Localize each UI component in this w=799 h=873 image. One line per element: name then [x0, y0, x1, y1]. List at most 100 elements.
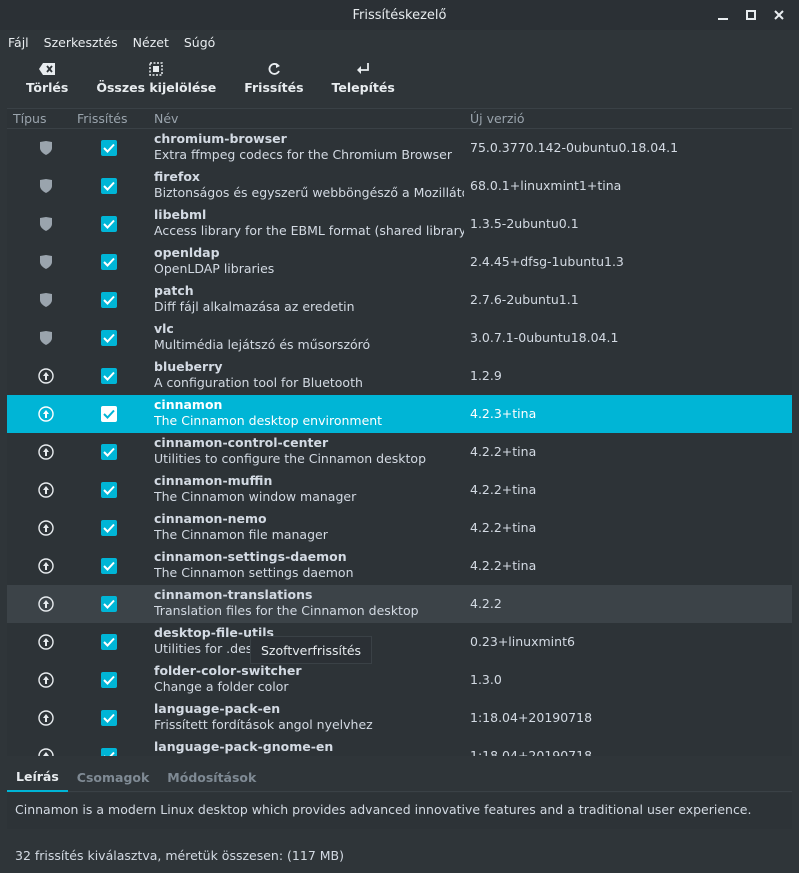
table-row[interactable]: desktop-file-utils Utilities for .desktop… — [7, 623, 792, 661]
tab-description[interactable]: Leírás — [7, 764, 68, 792]
shield-icon — [37, 178, 55, 194]
menu-help[interactable]: Súgó — [184, 35, 215, 50]
table-row[interactable]: firefox Biztonságos és egyszerű webböngés… — [7, 167, 792, 205]
package-name: cinnamon-settings-daemon — [154, 549, 347, 564]
table-row[interactable]: blueberry A configuration tool for Blueto… — [7, 357, 792, 395]
tab-packages[interactable]: Csomagok — [68, 764, 159, 792]
update-checkbox[interactable] — [101, 292, 117, 308]
window-title: Frissítéskezelő — [352, 7, 447, 23]
menu-view[interactable]: Nézet — [133, 35, 169, 50]
title-bar: Frissítéskezelő — [0, 0, 799, 30]
package-version: 4.2.3+tina — [470, 406, 537, 421]
upgrade-arrow-icon — [37, 710, 55, 726]
column-new-version[interactable]: Új verzió — [470, 111, 525, 126]
package-name: cinnamon-nemo — [154, 511, 267, 526]
table-row[interactable]: cinnamon-translations Translation files f… — [7, 585, 792, 623]
table-row[interactable]: folder-color-switcher Change a folder col… — [7, 661, 792, 699]
install-button[interactable]: Telepítés — [318, 56, 409, 97]
upgrade-arrow-icon — [37, 520, 55, 536]
package-description: Diff fájl alkalmazása az eredetin — [154, 299, 355, 314]
minimize-icon[interactable] — [709, 0, 737, 30]
update-checkbox[interactable] — [101, 254, 117, 270]
table-row[interactable]: libebml Access library for the EBML forma… — [7, 205, 792, 243]
package-description: The Cinnamon file manager — [154, 527, 328, 542]
update-checkbox[interactable] — [101, 140, 117, 156]
package-name: folder-color-switcher — [154, 663, 302, 678]
shield-icon — [37, 254, 55, 270]
upgrade-arrow-icon — [37, 406, 55, 422]
shield-icon — [37, 216, 55, 232]
table-row[interactable]: chromium-browser Extra ffmpeg codecs for … — [7, 129, 792, 167]
package-version: 2.4.45+dfsg-1ubuntu1.3 — [470, 254, 624, 269]
table-row[interactable]: cinnamon-settings-daemon The Cinnamon set… — [7, 547, 792, 585]
menu-file[interactable]: Fájl — [8, 35, 29, 50]
column-type[interactable]: Típus — [13, 111, 46, 126]
shield-icon — [37, 330, 55, 346]
package-name: cinnamon — [154, 397, 223, 412]
table-row[interactable]: vlc Multimédia lejátszó és műsorszóró 3.0.… — [7, 319, 792, 357]
menu-edit[interactable]: Szerkesztés — [44, 35, 118, 50]
update-checkbox[interactable] — [101, 672, 117, 688]
table-header: Típus Frissítés Név Új verzió — [7, 109, 792, 129]
update-checkbox[interactable] — [101, 178, 117, 194]
package-cell: cinnamon-muffin The Cinnamon window manag… — [154, 473, 464, 505]
package-cell: language-pack-gnome-en — [154, 739, 464, 755]
maximize-icon[interactable] — [737, 0, 765, 30]
package-cell: vlc Multimédia lejátszó és műsorszóró — [154, 321, 464, 353]
update-checkbox[interactable] — [101, 482, 117, 498]
upgrade-arrow-icon — [37, 748, 55, 756]
update-checkbox[interactable] — [101, 330, 117, 346]
tab-changes[interactable]: Módosítások — [158, 764, 265, 792]
upgrade-arrow-icon — [37, 672, 55, 688]
table-row[interactable]: language-pack-gnome-en 1:18.04+20190718 — [7, 737, 792, 756]
package-version: 1.3.0 — [470, 672, 502, 687]
window-controls — [709, 0, 793, 30]
refresh-button[interactable]: Frissítés — [230, 56, 317, 97]
package-name: libebml — [154, 207, 207, 222]
package-description: Biztonságos és egyszerű webböngésző a Mo… — [154, 185, 464, 200]
table-row[interactable]: cinnamon-nemo The Cinnamon file manager 4.… — [7, 509, 792, 547]
package-description: Access library for the EBML format (shar… — [154, 223, 464, 238]
close-icon[interactable] — [765, 0, 793, 30]
update-checkbox[interactable] — [101, 748, 117, 756]
update-checkbox[interactable] — [101, 596, 117, 612]
package-description: A configuration tool for Bluetooth — [154, 375, 363, 390]
package-description: OpenLDAP libraries — [154, 261, 275, 276]
table-row[interactable]: openldap OpenLDAP libraries 2.4.45+dfsg-1u… — [7, 243, 792, 281]
package-name: cinnamon-translations — [154, 587, 313, 602]
package-name: language-pack-gnome-en — [154, 739, 334, 754]
package-name: cinnamon-muffin — [154, 473, 273, 488]
update-checkbox[interactable] — [101, 444, 117, 460]
update-checkbox[interactable] — [101, 634, 117, 650]
update-checkbox[interactable] — [101, 520, 117, 536]
column-update[interactable]: Frissítés — [77, 111, 128, 126]
select-all-button[interactable]: Összes kijelölése — [82, 56, 230, 97]
table-row[interactable]: patch Diff fájl alkalmazása az eredetin 2.… — [7, 281, 792, 319]
package-cell: cinnamon The Cinnamon desktop environment — [154, 397, 464, 429]
upgrade-arrow-icon — [37, 482, 55, 498]
package-version: 4.2.2+tina — [470, 444, 537, 459]
update-checkbox[interactable] — [101, 368, 117, 384]
table-row[interactable]: cinnamon The Cinnamon desktop environment… — [7, 395, 792, 433]
menu-bar: Fájl Szerkesztés Nézet Súgó — [0, 30, 799, 54]
update-checkbox[interactable] — [101, 558, 117, 574]
package-description: The Cinnamon desktop environment — [154, 413, 383, 428]
package-version: 75.0.3770.142-0ubuntu0.18.04.1 — [470, 140, 679, 155]
refresh-icon — [267, 58, 281, 80]
package-name: vlc — [154, 321, 174, 336]
table-row[interactable]: language-pack-en Frissített fordítások an… — [7, 699, 792, 737]
package-description: The Cinnamon settings daemon — [154, 565, 354, 580]
install-label: Telepítés — [331, 80, 395, 95]
update-checkbox[interactable] — [101, 216, 117, 232]
select-all-label: Összes kijelölése — [96, 80, 217, 95]
package-version: 4.2.2+tina — [470, 520, 537, 535]
package-name: chromium-browser — [154, 131, 287, 146]
update-checkbox[interactable] — [101, 710, 117, 726]
update-checkbox[interactable] — [101, 406, 117, 422]
column-name[interactable]: Név — [154, 111, 178, 126]
package-description: Extra ffmpeg codecs for the Chromium Bro… — [154, 147, 452, 162]
table-row[interactable]: cinnamon-control-center Utilities to conf… — [7, 433, 792, 471]
clear-button[interactable]: Törlés — [12, 56, 82, 97]
table-row[interactable]: cinnamon-muffin The Cinnamon window manag… — [7, 471, 792, 509]
description-text: Cinnamon is a modern Linux desktop which… — [7, 793, 792, 829]
